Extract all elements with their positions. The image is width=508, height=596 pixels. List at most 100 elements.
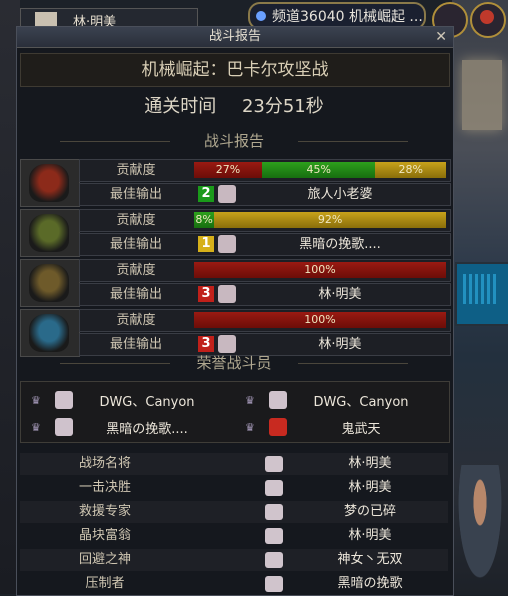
rank-icon: 1 (198, 236, 214, 252)
honor-name: 鬼武天 (341, 421, 381, 437)
background-monitor (455, 262, 508, 326)
honor-name: DWG、Canyon (99, 394, 195, 410)
award-name: 黑暗の挽歌 (337, 576, 403, 591)
character-icon (265, 456, 283, 472)
party-member-row: 贡献度 8% 92% 最佳输出 1 黑暗の挽歌.... (20, 209, 451, 257)
honor-fighter[interactable]: ♛ DWG、Canyon (235, 388, 435, 412)
award-title: 救援专家 (78, 504, 131, 519)
award-name: 神女丶无双 (337, 552, 403, 567)
contribution-bars: 27% 45% 28% (194, 162, 446, 178)
character-icon (265, 552, 283, 568)
crown-icon: ♛ (245, 421, 255, 434)
award-name: 林·明美 (348, 480, 392, 495)
best-output-row: 最佳输出 2 旅人小老婆 (79, 183, 451, 206)
boss-mask-icon (20, 159, 80, 207)
best-output-label: 最佳输出 (109, 337, 162, 352)
channel-globe-icon (256, 11, 266, 21)
award-title: 压制者 (85, 576, 125, 591)
award-row: 战场名将 林·明美 (20, 453, 448, 475)
rank-icon: 3 (198, 336, 214, 352)
character-icon (265, 576, 283, 592)
honor-fighter[interactable]: ♛ 黑暗の挽歌.... (21, 415, 221, 439)
best-output-name: 林·明美 (318, 337, 362, 352)
character-icon (269, 391, 287, 409)
hud-compass-button[interactable] (470, 2, 506, 38)
character-icon (269, 418, 287, 436)
award-row: 救援专家 梦の已碎 (20, 501, 448, 523)
contribution-bars: 100% (194, 312, 446, 328)
battle-report-window: 战斗报告 ✕ 机械崛起：巴卡尔攻坚战 通关时间 23分51秒 战斗报告 贡献度 … (16, 26, 454, 596)
contribution-bar: 28% (375, 162, 446, 178)
award-row: 回避之神 神女丶无双 (20, 549, 448, 571)
contribution-bars: 100% (194, 262, 446, 278)
best-output-label: 最佳输出 (109, 287, 162, 302)
award-row: 压制者 黑暗の挽歌 (20, 573, 448, 595)
award-name: 梦の已碎 (343, 504, 396, 519)
award-title: 战场名将 (78, 456, 131, 471)
character-icon (55, 418, 73, 436)
party-member-row: 贡献度 27% 45% 28% 最佳输出 2 旅人小老婆 (20, 159, 451, 207)
contribution-label: 贡献度 (116, 213, 156, 228)
contribution-bar: 100% (194, 312, 446, 328)
contribution-row: 贡献度 27% 45% 28% (79, 159, 451, 182)
best-output-name: 旅人小老婆 (307, 187, 373, 202)
channel-label: 频道36040 机械崛起 ... (272, 9, 423, 25)
crown-icon: ♛ (31, 394, 41, 407)
best-output-name: 林·明美 (318, 287, 362, 302)
best-output-label: 最佳输出 (109, 237, 162, 252)
contribution-row: 贡献度 100% (79, 259, 451, 282)
contribution-bar: 92% (214, 212, 446, 228)
best-output-row: 最佳输出 3 林·明美 (79, 283, 451, 306)
award-row: 一击决胜 林·明美 (20, 477, 448, 499)
honor-fighters-box: ♛ DWG、Canyon ♛ DWG、Canyon ♛ 黑暗の挽歌.... ♛ … (20, 381, 450, 443)
contribution-row: 贡献度 100% (79, 309, 451, 332)
rank-icon: 3 (198, 286, 214, 302)
dungeon-name: 机械崛起：巴卡尔攻坚战 (20, 53, 450, 87)
boss-mask-icon (20, 259, 80, 307)
crown-icon: ♛ (31, 421, 41, 434)
contribution-bar: 45% (262, 162, 376, 178)
clear-time-value: 23分51秒 (241, 96, 324, 117)
section-header-report: 战斗报告 (20, 131, 448, 151)
award-title: 回避之神 (78, 552, 131, 567)
honor-name: DWG、Canyon (313, 394, 409, 410)
clear-time: 通关时间 23分51秒 (20, 89, 448, 125)
rank-icon: 2 (198, 186, 214, 202)
best-output-label: 最佳输出 (109, 187, 162, 202)
character-icon (218, 285, 236, 303)
boss-mask-icon (20, 209, 80, 257)
honor-name: 黑暗の挽歌.... (106, 421, 188, 437)
clear-time-label: 通关时间 (144, 96, 217, 117)
contribution-label: 贡献度 (116, 163, 156, 178)
party-member-row: 贡献度 100% 最佳输出 3 林·明美 (20, 259, 451, 307)
crown-icon: ♛ (245, 394, 255, 407)
close-icon[interactable]: ✕ (435, 27, 447, 47)
character-icon (265, 504, 283, 520)
contribution-label: 贡献度 (116, 313, 156, 328)
award-name: 林·明美 (348, 528, 392, 543)
background-window (462, 60, 502, 130)
best-output-row: 最佳输出 1 黑暗の挽歌.... (79, 233, 451, 256)
section-header-honor: 荣誉战斗员 (20, 353, 448, 373)
honor-fighter[interactable]: ♛ 鬼武天 (235, 415, 435, 439)
award-title: 晶块富翁 (78, 528, 131, 543)
boss-mask-icon (20, 309, 80, 357)
character-icon (218, 185, 236, 203)
window-title: 战斗报告 (208, 29, 261, 44)
character-icon (218, 335, 236, 353)
contribution-bar: 100% (194, 262, 446, 278)
best-output-name: 黑暗の挽歌.... (299, 237, 381, 252)
award-row: 晶块富翁 林·明美 (20, 525, 448, 547)
party-member-row: 贡献度 100% 最佳输出 3 林·明美 (20, 309, 451, 357)
character-icon (218, 235, 236, 253)
character-icon (265, 528, 283, 544)
contribution-label: 贡献度 (116, 263, 156, 278)
contribution-bar: 8% (194, 212, 215, 228)
contribution-bars: 8% 92% (194, 212, 446, 228)
award-name: 林·明美 (348, 456, 392, 471)
contribution-row: 贡献度 8% 92% (79, 209, 451, 232)
award-title: 一击决胜 (78, 480, 131, 495)
character-icon (55, 391, 73, 409)
contribution-bar: 27% (194, 162, 263, 178)
honor-fighter[interactable]: ♛ DWG、Canyon (21, 388, 221, 412)
